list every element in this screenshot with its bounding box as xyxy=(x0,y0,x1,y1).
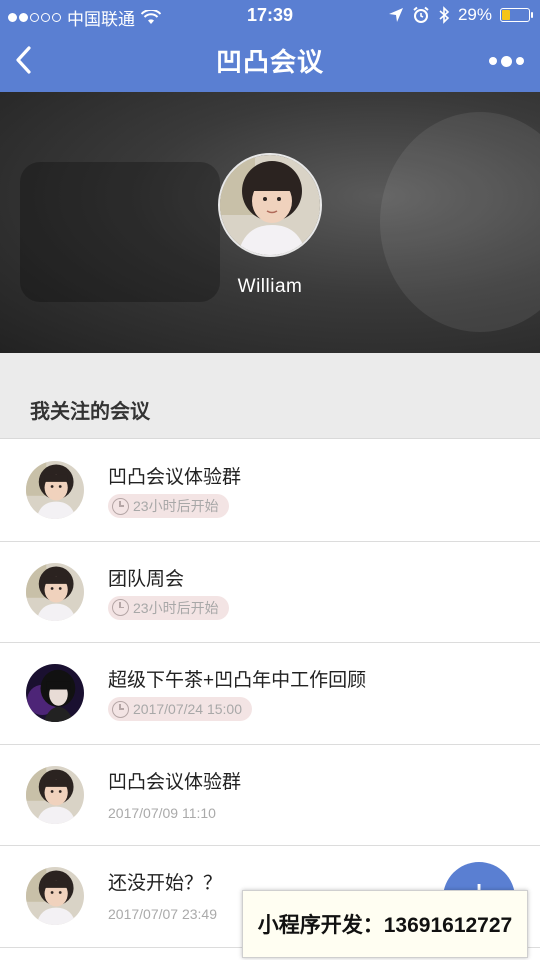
page-title: 凹凸会议 xyxy=(215,47,324,77)
battery-icon xyxy=(500,8,533,22)
girl-avatar-image xyxy=(26,867,84,925)
battery-percent: 29% xyxy=(457,5,492,24)
promo-text: 小程序开发：13691612727 xyxy=(257,914,513,937)
meeting-time-badge: 23小时后开始 xyxy=(108,494,229,518)
girl-avatar-image xyxy=(26,765,84,824)
profile-name: William xyxy=(237,276,303,297)
bluetooth-icon xyxy=(439,6,450,24)
girl-avatar-image xyxy=(26,562,84,621)
meeting-time: 2017/07/24 15:00 xyxy=(133,701,242,717)
meeting-time: 2017/07/09 11:10 xyxy=(108,804,216,821)
clock-icon xyxy=(112,497,129,515)
meeting-time-badge: 23小时后开始 xyxy=(108,595,229,620)
nav-bar: 凹凸会议 xyxy=(0,32,540,92)
clock-icon xyxy=(112,599,129,616)
status-bar: 中国联通 17:39 29% xyxy=(0,0,540,32)
meeting-time: 2017/07/07 23:49 xyxy=(108,906,217,922)
meeting-avatar xyxy=(26,765,84,824)
top-bar: 中国联通 17:39 29% 凹凸会议 xyxy=(0,0,540,92)
meeting-time-badge: 2017/07/24 15:00 xyxy=(108,697,252,721)
meeting-title: 团队周会 xyxy=(108,568,185,590)
meeting-title: 凹凸会议体验群 xyxy=(108,467,242,488)
meeting-time: 23小时后开始 xyxy=(133,599,219,616)
promo-banner: 小程序开发：13691612727 xyxy=(242,890,528,958)
meeting-avatar xyxy=(26,461,84,519)
more-dot xyxy=(500,55,512,67)
section-header: 我关注的会议 xyxy=(0,353,540,439)
meeting-avatar xyxy=(26,664,84,722)
girl-avatar-image xyxy=(26,461,84,519)
more-dot xyxy=(488,57,497,65)
alarm-icon xyxy=(413,6,429,23)
meeting-avatar xyxy=(26,562,84,621)
meeting-title: 超级下午茶+凹凸年中工作回顾 xyxy=(108,670,367,691)
more-button[interactable] xyxy=(486,50,526,72)
meeting-title: 凹凸会议体验群 xyxy=(108,771,242,793)
more-dot xyxy=(515,57,524,65)
location-arrow-icon xyxy=(388,8,403,22)
list-item[interactable]: 凹凸会议体验群 23小时后开始 xyxy=(0,440,540,542)
boy-avatar-image xyxy=(26,664,84,722)
profile-header: William xyxy=(0,92,540,353)
battery-fill xyxy=(502,10,510,20)
clock-icon xyxy=(112,700,129,718)
background-blur xyxy=(380,112,540,332)
list-item[interactable]: 超级下午茶+凹凸年中工作回顾 2017/07/24 15:00 xyxy=(0,643,540,745)
meeting-title: 还没开始？？ xyxy=(108,873,223,894)
section-title: 我关注的会议 xyxy=(30,401,150,423)
meeting-time: 23小时后开始 xyxy=(133,498,219,514)
list-item[interactable]: 团队周会 23小时后开始 xyxy=(0,541,540,643)
girl-avatar-image xyxy=(220,155,320,255)
meeting-avatar xyxy=(26,867,84,925)
profile-avatar[interactable] xyxy=(218,153,322,257)
list-item[interactable]: 凹凸会议体验群 2017/07/09 11:10 xyxy=(0,744,540,846)
status-right: 29% xyxy=(388,5,533,25)
